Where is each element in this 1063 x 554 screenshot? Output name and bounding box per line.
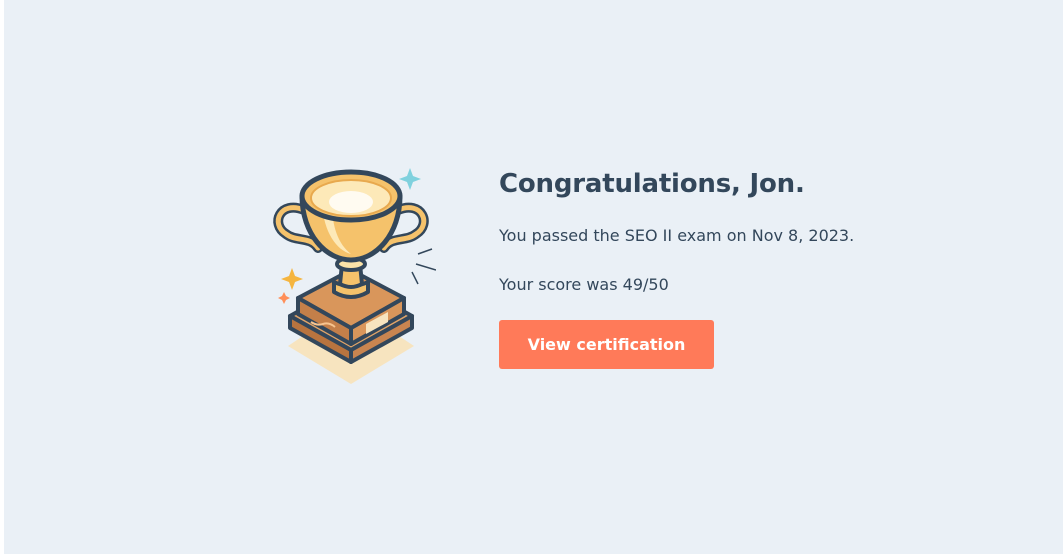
view-certification-button[interactable]: View certification <box>499 320 714 369</box>
score-text: Your score was 49/50 <box>499 275 669 294</box>
sparkle-icon <box>399 168 421 190</box>
trophy-icon <box>273 168 436 384</box>
congrats-title: Congratulations, Jon. <box>499 169 805 199</box>
sparkle-icon <box>278 292 290 304</box>
certification-success-panel: Congratulations, Jon. You passed the SEO… <box>4 0 1063 554</box>
congrats-content: Congratulations, Jon. You passed the SEO… <box>499 166 1019 369</box>
sparkle-icon <box>281 268 303 290</box>
exam-passed-text: You passed the SEO II exam on Nov 8, 202… <box>499 226 855 245</box>
